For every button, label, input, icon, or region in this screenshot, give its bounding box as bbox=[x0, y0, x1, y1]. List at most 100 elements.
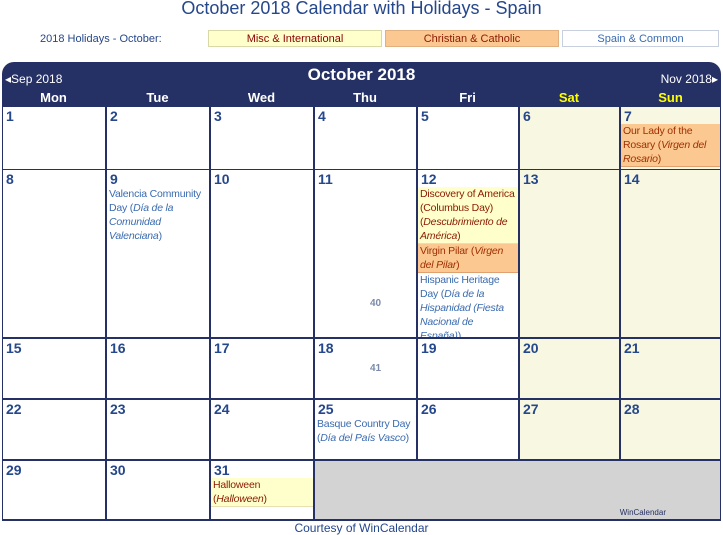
weekday-tue: Tue bbox=[146, 90, 169, 105]
day-number: 13 bbox=[523, 171, 539, 187]
weekday-sun: Sun bbox=[658, 90, 683, 105]
day-cell-15[interactable]: 15 bbox=[3, 339, 105, 398]
day-number: 3 bbox=[214, 108, 222, 124]
day-cell-19[interactable]: 19 bbox=[418, 339, 518, 398]
paren: ) bbox=[405, 432, 410, 444]
day-cell-1[interactable]: 1 bbox=[3, 107, 105, 169]
day-cell-31[interactable]: 31 Halloween (Halloween) bbox=[211, 461, 313, 519]
day-number: 15 bbox=[6, 340, 22, 356]
page-title: October 2018 Calendar with Holidays - Sp… bbox=[181, 0, 542, 18]
day-cell-17[interactable]: 17 bbox=[211, 339, 313, 398]
day-cell-22[interactable]: 22 bbox=[3, 400, 105, 459]
holiday-name: Virgin Pilar ( bbox=[420, 245, 475, 257]
day-number: 24 bbox=[214, 401, 230, 417]
day-number: 19 bbox=[421, 340, 437, 356]
paren: ) bbox=[158, 230, 163, 242]
day-number: 11 bbox=[318, 171, 333, 187]
day-number: 18 bbox=[318, 340, 334, 356]
day-cell-7[interactable]: 7 Our Lady of the Rosary (Virgen del Ros… bbox=[621, 107, 720, 169]
day-cell-4[interactable]: 4 bbox=[315, 107, 416, 169]
holiday-local-name: Descubrimiento de América bbox=[420, 216, 508, 242]
week-number: 41 bbox=[370, 363, 382, 374]
day-number: 20 bbox=[523, 340, 539, 356]
day-number: 6 bbox=[523, 108, 531, 124]
day-number: 22 bbox=[6, 401, 22, 417]
legend-spain-common[interactable]: Spain & Common bbox=[562, 30, 719, 47]
day-cell-8[interactable]: 8 bbox=[3, 170, 105, 337]
day-cell-16[interactable]: 16 bbox=[107, 339, 209, 398]
day-number: 12 bbox=[421, 171, 437, 187]
legend-misc-international[interactable]: Misc & International bbox=[208, 30, 382, 47]
holiday-valencia-community-day[interactable]: Valencia Community Day (Día de la Comuni… bbox=[107, 187, 209, 243]
day-cell-26[interactable]: 26 bbox=[418, 400, 518, 459]
holiday-hispanic-heritage-day[interactable]: Hispanic Heritage Day (Día de la Hispani… bbox=[418, 273, 518, 337]
day-number: 10 bbox=[214, 171, 230, 187]
day-cell-28[interactable]: 28 bbox=[621, 400, 720, 459]
day-number: 2 bbox=[110, 108, 118, 124]
day-cell-21[interactable]: 21 bbox=[621, 339, 720, 398]
day-cell-20[interactable]: 20 bbox=[520, 339, 619, 398]
paren: ) bbox=[657, 153, 662, 165]
day-cell-13[interactable]: 13 bbox=[520, 170, 619, 337]
holiday-discovery-of-america[interactable]: Discovery of America (Columbus Day) (Des… bbox=[418, 187, 518, 244]
day-cell-25[interactable]: 25 Basque Country Day (Día del País Vasc… bbox=[315, 400, 416, 459]
holiday-local-name: Día del País Vasco bbox=[320, 432, 406, 444]
paren: ) bbox=[456, 259, 460, 271]
calendar: ◂Sep 2018 October 2018 Nov 2018▸ Mon Tue… bbox=[2, 62, 721, 521]
day-number: 16 bbox=[110, 340, 126, 356]
weekday-sat: Sat bbox=[558, 90, 580, 105]
holiday-basque-country-day[interactable]: Basque Country Day (Día del País Vasco) bbox=[315, 417, 416, 445]
day-cell-5[interactable]: 5 bbox=[418, 107, 518, 169]
paren: ) bbox=[457, 330, 462, 337]
day-number: 17 bbox=[214, 340, 230, 356]
weekday-mon: Mon bbox=[40, 90, 67, 105]
month-title: October 2018 bbox=[307, 65, 416, 84]
day-cell-6[interactable]: 6 bbox=[520, 107, 619, 169]
paren: ) bbox=[263, 493, 268, 505]
day-number: 25 bbox=[318, 401, 334, 417]
day-cell-12[interactable]: 12 Discovery of America (Columbus Day) (… bbox=[418, 170, 518, 337]
day-number: 28 bbox=[624, 401, 640, 417]
week-number: 40 bbox=[370, 298, 382, 309]
day-number: 21 bbox=[624, 340, 640, 356]
holiday-halloween[interactable]: Halloween (Halloween) bbox=[211, 478, 313, 507]
day-number: 29 bbox=[6, 462, 22, 478]
holiday-local-name: Halloween bbox=[216, 493, 264, 505]
day-cell-30[interactable]: 30 bbox=[107, 461, 209, 519]
day-cell-2[interactable]: 2 bbox=[107, 107, 209, 169]
day-number: 23 bbox=[110, 401, 126, 417]
day-number: 8 bbox=[6, 171, 14, 187]
day-cell-27[interactable]: 27 bbox=[520, 400, 619, 459]
day-cell-3[interactable]: 3 bbox=[211, 107, 313, 169]
day-number: 5 bbox=[421, 108, 429, 124]
day-cell-10[interactable]: 10 bbox=[211, 170, 313, 337]
day-number: 30 bbox=[110, 462, 126, 478]
holiday-our-lady-of-the-rosary[interactable]: Our Lady of the Rosary (Virgen del Rosar… bbox=[621, 124, 720, 167]
day-number: 1 bbox=[6, 108, 14, 124]
day-cell-11[interactable]: 11 40 bbox=[315, 170, 416, 337]
day-number: 27 bbox=[523, 401, 539, 417]
day-number: 14 bbox=[624, 171, 640, 187]
day-number: 7 bbox=[624, 108, 632, 124]
weekday-fri: Fri bbox=[459, 90, 476, 105]
day-number: 26 bbox=[421, 401, 437, 417]
holiday-virgin-pilar[interactable]: Virgin Pilar (Virgen del Pilar) bbox=[418, 244, 518, 273]
day-number: 9 bbox=[110, 171, 118, 187]
day-number: 4 bbox=[318, 108, 326, 124]
day-number: 31 bbox=[214, 462, 230, 478]
empty-trailing-cells: WinCalendar bbox=[315, 461, 720, 519]
legend-christian-catholic[interactable]: Christian & Catholic bbox=[385, 30, 559, 47]
day-cell-29[interactable]: 29 bbox=[3, 461, 105, 519]
courtesy-link[interactable]: Courtesy of WinCalendar bbox=[0, 521, 723, 535]
paren: ) bbox=[457, 230, 461, 242]
legend-label: 2018 Holidays - October: bbox=[40, 33, 162, 45]
wincalendar-watermark[interactable]: WinCalendar bbox=[620, 508, 666, 517]
day-cell-18[interactable]: 18 41 bbox=[315, 339, 416, 398]
next-month-link[interactable]: Nov 2018▸ bbox=[661, 72, 718, 86]
weekday-wed: Wed bbox=[247, 90, 276, 105]
weekday-thu: Thu bbox=[353, 90, 377, 105]
day-cell-9[interactable]: 9 Valencia Community Day (Día de la Comu… bbox=[107, 170, 209, 337]
day-cell-23[interactable]: 23 bbox=[107, 400, 209, 459]
day-cell-24[interactable]: 24 bbox=[211, 400, 313, 459]
day-cell-14[interactable]: 14 bbox=[621, 170, 720, 337]
